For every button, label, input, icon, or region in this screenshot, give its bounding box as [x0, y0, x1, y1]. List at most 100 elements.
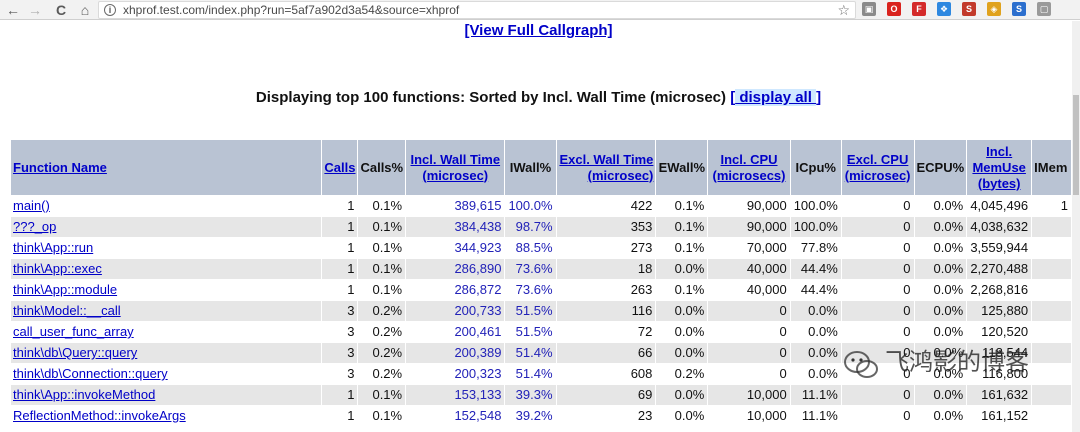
home-icon[interactable]: ⌂: [76, 1, 94, 19]
function-link[interactable]: main(): [13, 198, 50, 213]
watermark-text: 飞鸿影的博客: [885, 349, 1029, 376]
cell-icpu-pct: 11.1%: [789, 405, 842, 427]
cell-excl-wall: 422: [555, 195, 657, 217]
function-link[interactable]: think\App::invokeMethod: [13, 387, 155, 402]
sort-excl-cpu-link[interactable]: Excl. CPU (microsec): [845, 152, 911, 183]
colorful-extension-icon[interactable]: ❖: [937, 2, 951, 16]
cell-incl-mem: 2,268,816: [966, 279, 1033, 301]
cell-imem-pct: [1031, 342, 1072, 364]
function-link[interactable]: think\App::run: [13, 240, 93, 255]
function-link[interactable]: think\App::module: [13, 282, 117, 297]
info-icon[interactable]: i: [104, 4, 116, 16]
incl-cpu-label-2: (microsecs): [712, 167, 786, 183]
back-arrow-icon[interactable]: ←: [4, 1, 22, 19]
cell-imem-pct: [1031, 237, 1072, 259]
header-iwall-pct: IWall%: [504, 139, 557, 196]
cell-incl-wall: 153,133: [405, 384, 506, 406]
display-all-bracket-close[interactable]: ]: [816, 89, 821, 106]
header-incl-cpu[interactable]: Incl. CPU (microsecs): [707, 139, 791, 196]
cell-function-name: think\App::exec: [9, 258, 323, 280]
function-link[interactable]: think\Model::__call: [13, 303, 121, 318]
cell-ewall-pct: 0.0%: [655, 321, 709, 343]
cell-ecpu-pct: 0.0%: [913, 258, 968, 280]
cell-calls-pct: 0.2%: [357, 321, 407, 343]
header-excl-wall[interactable]: Excl. Wall Time (microsec): [555, 139, 657, 196]
incl-mem-label-1: Incl.: [986, 143, 1013, 159]
cell-icpu-pct: 77.8%: [789, 237, 842, 259]
header-calls[interactable]: Calls: [321, 139, 359, 196]
header-incl-wall[interactable]: Incl. Wall Time (microsec): [405, 139, 506, 196]
function-link[interactable]: ???_op: [13, 219, 56, 234]
header-incl-mem[interactable]: Incl. MemUse (bytes): [966, 139, 1033, 196]
display-all-link[interactable]: display all: [735, 89, 817, 106]
vertical-scrollbar[interactable]: [1072, 21, 1080, 432]
opera-extension-icon[interactable]: O: [887, 2, 901, 16]
sort-incl-wall-link[interactable]: Incl. Wall Time (microsec): [410, 152, 500, 183]
sort-calls-link[interactable]: Calls: [324, 160, 355, 175]
cell-ewall-pct: 0.0%: [655, 342, 709, 364]
cell-ewall-pct: 0.0%: [655, 405, 709, 427]
wechat-icon: [844, 351, 878, 378]
cell-excl-wall: 353: [555, 216, 657, 238]
window-extension-icon[interactable]: ▢: [1037, 2, 1051, 16]
excl-cpu-label-1: Excl. CPU: [846, 151, 909, 167]
cell-function-name: think\Model::__call: [9, 300, 323, 322]
address-bar[interactable]: i xhprof.test.com/index.php?run=5af7a902…: [98, 1, 856, 19]
sort-excl-wall-link[interactable]: Excl. Wall Time (microsec): [559, 152, 653, 183]
cell-ecpu-pct: 0.0%: [913, 321, 968, 343]
function-link[interactable]: think\App::exec: [13, 261, 102, 276]
gray-extension-icon[interactable]: ▣: [862, 2, 876, 16]
cell-incl-mem: 2,270,488: [966, 258, 1033, 280]
cell-icpu-pct: 11.1%: [789, 384, 842, 406]
forward-arrow-icon[interactable]: →: [26, 1, 44, 19]
yellow-extension-icon[interactable]: ◈: [987, 2, 1001, 16]
cell-calls-pct: 0.1%: [357, 405, 407, 427]
red-box-extension-icon[interactable]: S: [962, 2, 976, 16]
cell-icpu-pct: 100.0%: [789, 216, 842, 238]
function-link[interactable]: call_user_func_array: [13, 324, 134, 339]
cell-function-name: think\App::invokeMethod: [9, 384, 323, 406]
cell-ecpu-pct: 0.0%: [913, 195, 968, 217]
table-row: think\App::run 1 0.1% 344,923 88.5% 273 0.1% 70…: [9, 237, 1072, 259]
view-full-callgraph-link[interactable]: [View Full Callgraph]: [464, 22, 612, 39]
cell-icpu-pct: 100.0%: [789, 195, 842, 217]
sort-function-name-link[interactable]: Function Name: [13, 160, 107, 175]
cell-function-name: think\db\Query::query: [9, 342, 323, 364]
bookmark-star-icon[interactable]: ☆: [837, 2, 850, 19]
table-header-row: Function Name Calls Calls% Incl. Wall Ti…: [9, 139, 1072, 196]
cell-excl-cpu: 0: [840, 321, 915, 343]
cell-incl-wall: 286,872: [405, 279, 506, 301]
cell-icpu-pct: 0.0%: [789, 342, 842, 364]
table-row: think\App::module 1 0.1% 286,872 73.6% 263 0.1…: [9, 279, 1072, 301]
cell-ecpu-pct: 0.0%: [913, 237, 968, 259]
excl-wall-label-2: (microsec): [587, 167, 654, 183]
function-link[interactable]: think\db\Query::query: [13, 345, 137, 360]
cell-excl-cpu: 0: [840, 258, 915, 280]
cell-iwall-pct: 100.0%: [504, 195, 557, 217]
blue-extension-icon[interactable]: S: [1012, 2, 1026, 16]
address-url[interactable]: xhprof.test.com/index.php?run=5af7a902d3…: [123, 2, 459, 19]
cell-calls: 3: [321, 300, 359, 322]
cell-incl-wall: 200,389: [405, 342, 506, 364]
reload-icon[interactable]: C: [52, 1, 70, 19]
cell-incl-mem: 125,880: [966, 300, 1033, 322]
excl-wall-label-1: Excl. Wall Time: [559, 151, 654, 167]
header-imem-pct: IMem: [1031, 139, 1072, 196]
cell-excl-wall: 72: [555, 321, 657, 343]
cell-incl-wall: 200,323: [405, 363, 506, 385]
sort-incl-mem-link[interactable]: Incl. MemUse (bytes): [972, 144, 1025, 191]
function-link[interactable]: think\db\Connection::query: [13, 366, 168, 381]
sort-incl-cpu-link[interactable]: Incl. CPU (microsecs): [713, 152, 786, 183]
page-heading: Displaying top 100 functions: Sorted by …: [0, 89, 1072, 107]
red-extension-icon[interactable]: F: [912, 2, 926, 16]
scrollbar-thumb[interactable]: [1073, 95, 1079, 195]
incl-mem-label-2: MemUse: [972, 159, 1026, 175]
header-calls-pct: Calls%: [357, 139, 407, 196]
cell-calls-pct: 0.1%: [357, 237, 407, 259]
function-link[interactable]: ReflectionMethod::invokeArgs: [13, 408, 186, 423]
cell-iwall-pct: 88.5%: [504, 237, 557, 259]
cell-calls: 1: [321, 405, 359, 427]
header-function-name[interactable]: Function Name: [9, 139, 323, 196]
cell-excl-cpu: 0: [840, 195, 915, 217]
header-excl-cpu[interactable]: Excl. CPU (microsec): [840, 139, 915, 196]
